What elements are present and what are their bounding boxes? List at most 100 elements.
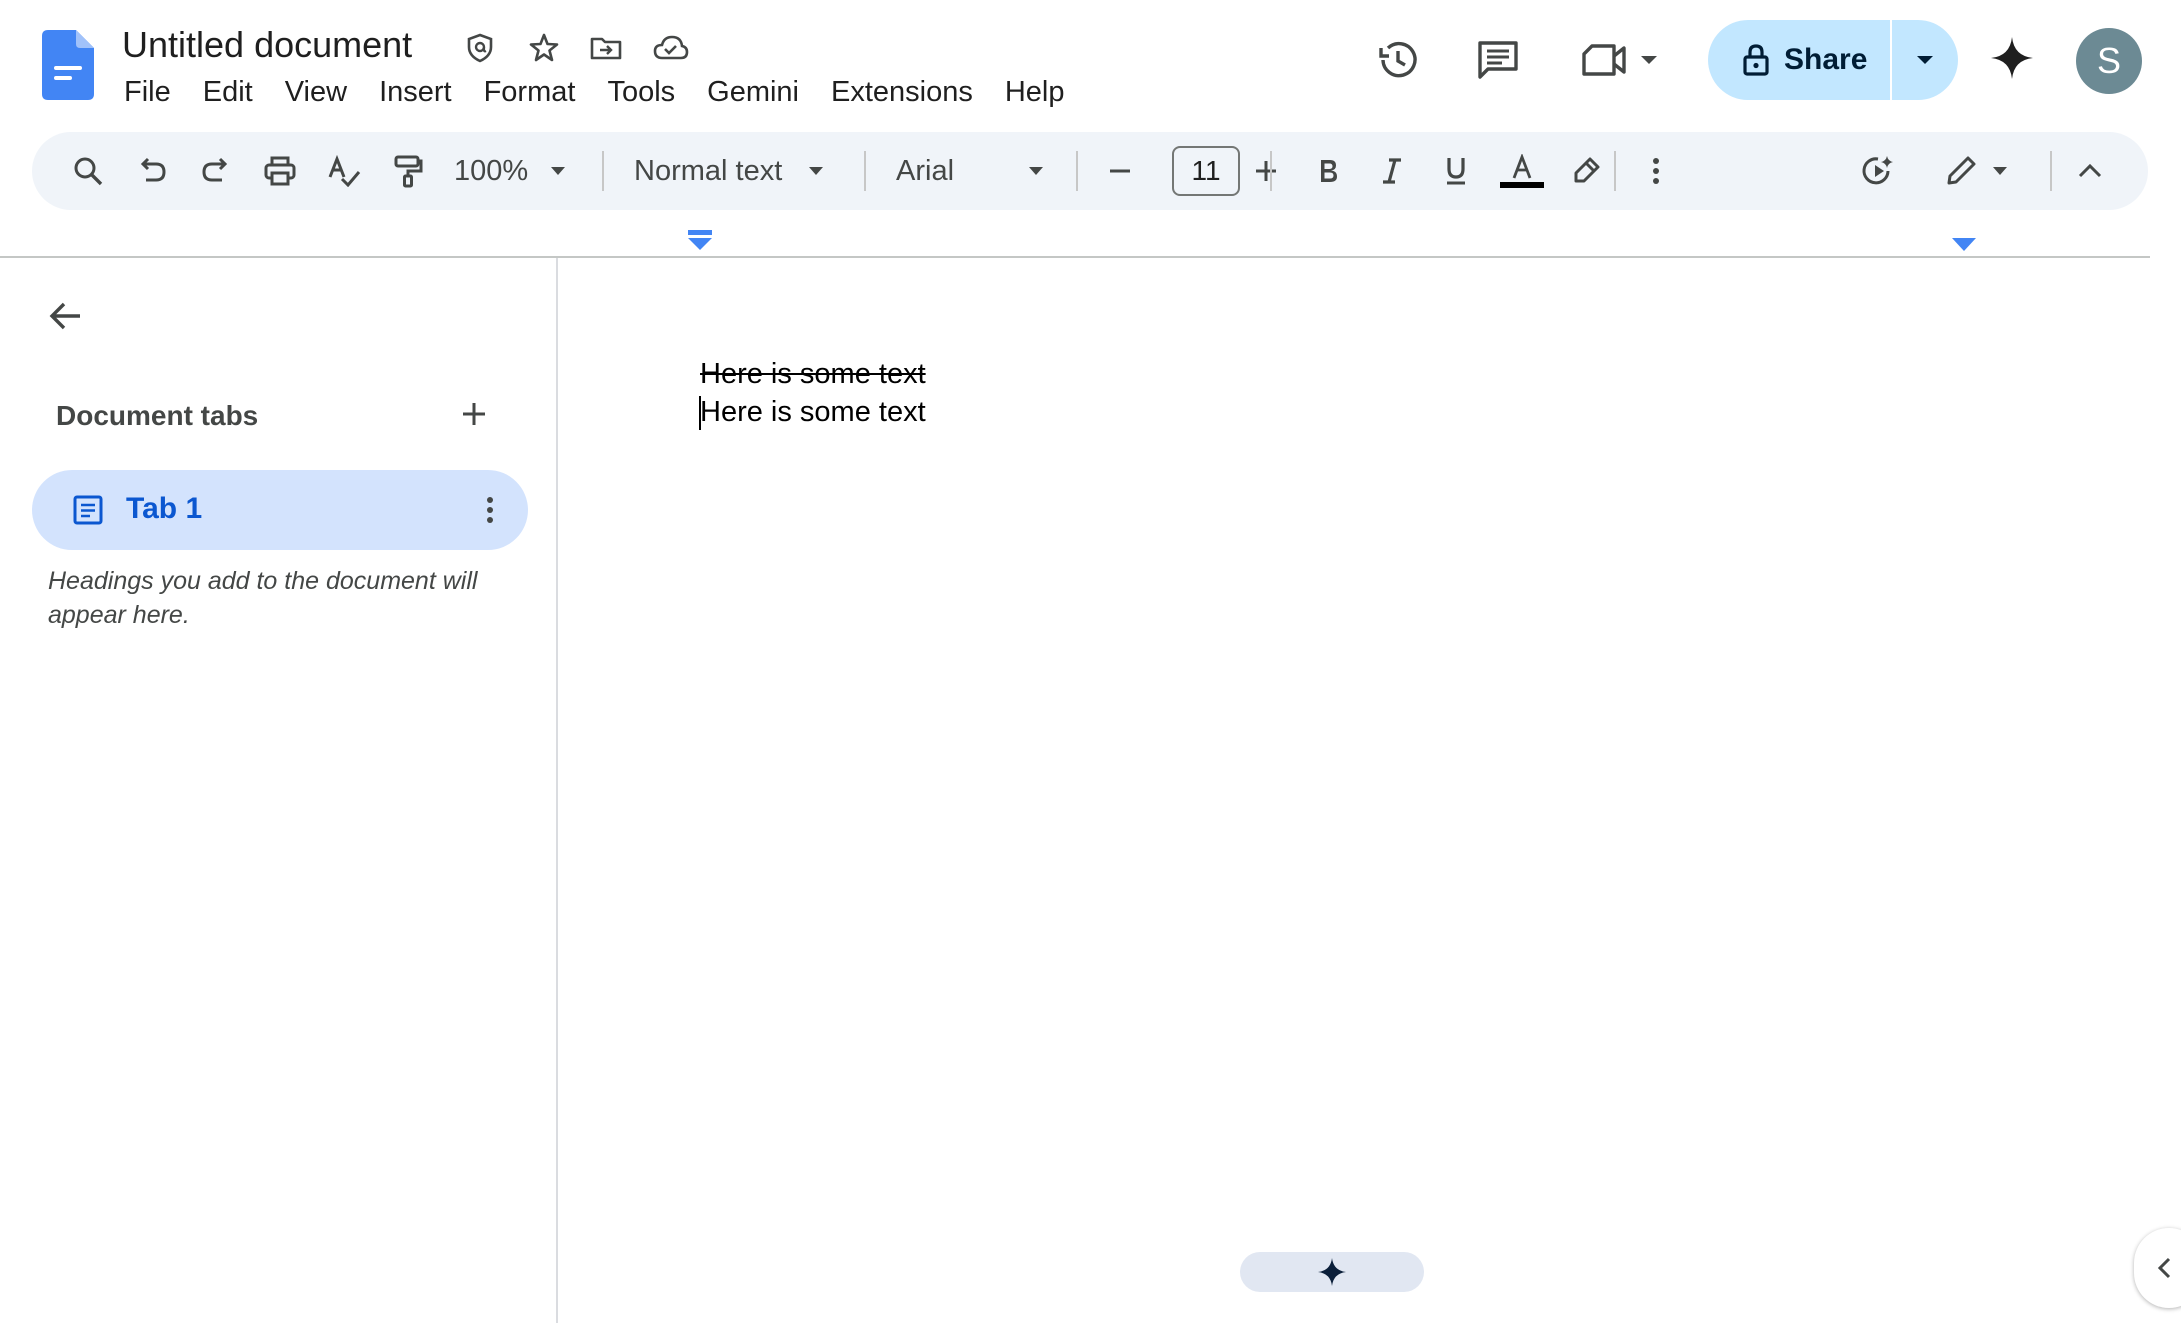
chevron-up-icon [2077, 163, 2103, 179]
plus-icon [461, 401, 487, 427]
font-value: Arial [896, 154, 955, 187]
italic-icon [1378, 156, 1406, 186]
paint-format-button[interactable] [382, 145, 434, 197]
share-options-button[interactable] [1892, 20, 1958, 100]
menu-file[interactable]: File [108, 70, 187, 114]
gemini-refine-button[interactable] [1850, 145, 1906, 197]
move-folder-icon[interactable] [588, 30, 624, 66]
document-paragraph[interactable]: Here is some text [700, 396, 926, 429]
meet-button[interactable] [1578, 32, 1670, 88]
docs-logo-icon[interactable] [40, 30, 96, 100]
bold-button[interactable] [1302, 145, 1354, 197]
search-menus-button[interactable] [62, 145, 114, 197]
highlighter-icon [1570, 155, 1602, 187]
paint-format-icon [392, 154, 424, 188]
text-color-swatch [1500, 182, 1544, 188]
editing-mode-button[interactable] [1928, 145, 2024, 197]
star-icon[interactable] [526, 30, 562, 66]
decrease-font-size-button[interactable] [1092, 145, 1148, 197]
document-title[interactable]: Untitled document [122, 22, 412, 68]
document-paragraph[interactable]: Here is some text [700, 358, 926, 391]
arrow-back-icon [48, 299, 84, 333]
document-tabs-heading: Document tabs [56, 400, 259, 431]
underline-button[interactable] [1430, 145, 1482, 197]
paragraph-style-select[interactable]: Normal text [634, 145, 870, 197]
toolbar-divider [1076, 151, 1078, 191]
menu-help[interactable]: Help [989, 70, 1081, 114]
print-icon [263, 155, 297, 187]
chevron-down-icon [808, 166, 824, 176]
italic-button[interactable] [1366, 145, 1418, 197]
font-size-input[interactable]: 11 [1172, 146, 1240, 196]
right-indent-marker[interactable] [1952, 238, 1976, 252]
font-select[interactable]: Arial [896, 145, 1086, 197]
more-options-button[interactable] [1630, 145, 1682, 197]
document-icon [72, 494, 104, 526]
more-vertical-icon [485, 495, 495, 525]
document-outline-sidebar: Document tabs Tab 1 Headings you add to … [0, 258, 558, 1323]
comments-button[interactable] [1470, 32, 1526, 88]
header: Untitled document File Edit View Insert … [0, 0, 2181, 128]
toolbar-divider [1614, 151, 1616, 191]
gemini-button[interactable] [1984, 30, 2040, 86]
share-button[interactable]: Share [1708, 20, 1890, 100]
print-button[interactable] [254, 145, 306, 197]
cloud-saved-icon[interactable] [652, 30, 690, 66]
menu-tools[interactable]: Tools [591, 70, 691, 114]
menu-format[interactable]: Format [468, 70, 592, 114]
highlight-color-button[interactable] [1558, 145, 1614, 197]
more-vertical-icon [1651, 156, 1661, 186]
increase-font-size-button[interactable] [1238, 145, 1294, 197]
share-label: Share [1784, 43, 1868, 76]
menu-edit[interactable]: Edit [187, 70, 269, 114]
tab-item-tab-1[interactable]: Tab 1 [32, 470, 528, 550]
zoom-select[interactable]: 100% [454, 145, 578, 197]
version-history-button[interactable] [1370, 32, 1426, 88]
text-color-icon [1507, 154, 1537, 180]
redo-icon [200, 155, 232, 187]
add-tab-button[interactable] [446, 386, 502, 442]
outline-empty-hint: Headings you add to the document will ap… [48, 567, 478, 629]
search-icon [72, 155, 104, 187]
bold-icon [1314, 156, 1342, 186]
ruler [0, 222, 2150, 258]
comments-icon [1474, 36, 1522, 84]
menu-view[interactable]: View [269, 70, 363, 114]
gemini-help-me-write-button[interactable] [1240, 1252, 1424, 1292]
chevron-down-icon [1992, 166, 2008, 176]
text-color-button[interactable] [1494, 145, 1550, 197]
undo-button[interactable] [126, 145, 178, 197]
chevron-down-icon [1640, 54, 1658, 66]
hide-menus-button[interactable] [2064, 145, 2116, 197]
toolbar-divider [1270, 151, 1272, 191]
document-canvas[interactable]: Here is some text Here is some text [560, 258, 2150, 1323]
left-indent-marker[interactable] [688, 230, 712, 250]
close-outline-button[interactable] [38, 288, 94, 344]
undo-icon [136, 155, 168, 187]
security-badge-icon[interactable] [462, 30, 498, 66]
zoom-value: 100% [454, 154, 529, 187]
chevron-down-icon [1916, 54, 1934, 66]
redo-button[interactable] [190, 145, 242, 197]
tab-options-button[interactable] [462, 482, 518, 538]
pencil-icon [1944, 154, 1978, 188]
chevron-left-icon [2156, 1256, 2172, 1280]
menu-extensions[interactable]: Extensions [815, 70, 989, 114]
gemini-icon [1317, 1257, 1347, 1287]
menu-gemini[interactable]: Gemini [691, 70, 815, 114]
text-cursor [699, 396, 701, 430]
version-history-icon [1374, 36, 1422, 84]
menu-insert[interactable]: Insert [363, 70, 468, 114]
chevron-down-icon [550, 166, 566, 176]
menu-bar: File Edit View Insert Format Tools Gemin… [108, 70, 1081, 114]
spellcheck-icon [327, 155, 361, 187]
gemini-icon [1989, 35, 2035, 81]
sparkle-play-icon [1860, 153, 1896, 189]
meet-icon [1578, 38, 1632, 82]
spelling-grammar-button[interactable] [318, 145, 370, 197]
toolbar-divider [602, 151, 604, 191]
account-avatar[interactable]: S [2076, 28, 2142, 94]
paragraph-style-value: Normal text [634, 154, 783, 187]
tab-label: Tab 1 [126, 492, 203, 525]
plus-icon [1253, 158, 1279, 184]
